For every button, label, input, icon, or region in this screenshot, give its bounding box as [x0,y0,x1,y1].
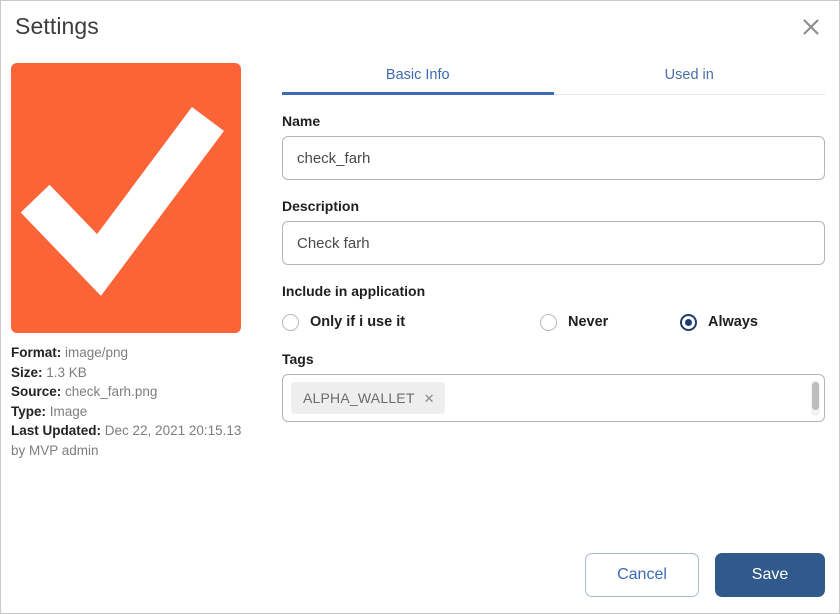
radio-only-if-i-use-it[interactable]: Only if i use it [282,314,540,331]
tags-label: Tags [282,351,825,367]
radio-always[interactable]: Always [680,314,758,331]
tags-input[interactable]: ALPHA_WALLET ✕ [282,374,825,422]
checkmark-icon [11,63,241,333]
metadata-key: Format: [11,345,61,360]
radio-group: Only if i use it Never Always [282,311,825,333]
description-field-group: Description [282,198,825,265]
tab-active-indicator [282,92,554,95]
radio-label: Never [568,314,608,330]
tab-used-in[interactable]: Used in [554,59,826,95]
metadata-key: Last Updated: [11,423,101,438]
radio-icon [540,314,557,331]
tags-scrollbar-thumb[interactable] [812,382,819,410]
tags-field-group: Tags ALPHA_WALLET ✕ [282,351,825,422]
metadata-key: Source: [11,384,61,399]
close-icon[interactable] [795,11,827,43]
include-in-application-label: Include in application [282,283,825,299]
tags-scrollbar[interactable] [811,380,820,416]
radio-icon [282,314,299,331]
description-label: Description [282,198,825,214]
metadata-row: Type: Image [11,402,243,422]
description-input[interactable] [282,221,825,265]
tag-chip-label: ALPHA_WALLET [303,390,415,406]
remove-tag-icon[interactable]: ✕ [424,392,435,405]
tab-bar: Basic Info Used in [282,59,825,95]
metadata-row: Source: check_farh.png [11,382,243,402]
metadata-key: Type: [11,404,46,419]
metadata-key: Size: [11,365,43,380]
preview-column: Format: image/png Size: 1.3 KB Source: c… [11,63,243,460]
dialog-header: Settings [1,1,839,53]
metadata-value: check_farh.png [65,384,157,399]
settings-dialog: Settings Format: image/png Size: 1.3 KB … [0,0,840,614]
tag-chip[interactable]: ALPHA_WALLET ✕ [291,382,445,414]
dialog-footer: Cancel Save [585,553,825,597]
radio-label: Only if i use it [310,314,405,330]
metadata-value: Image [50,404,88,419]
name-field-group: Name [282,113,825,180]
radio-never[interactable]: Never [540,314,680,331]
tab-basic-info[interactable]: Basic Info [282,59,554,95]
include-in-application-group: Include in application Only if i use it … [282,283,825,333]
name-label: Name [282,113,825,129]
image-thumbnail [11,63,241,333]
metadata-value: Dec 22, 2021 20:15.13 [105,423,242,438]
page-title: Settings [15,13,99,40]
metadata-row: Size: 1.3 KB [11,363,243,383]
metadata-author: by MVP admin [11,441,243,461]
name-input[interactable] [282,136,825,180]
metadata-row: Format: image/png [11,343,243,363]
radio-selected-icon [680,314,697,331]
metadata-value: 1.3 KB [46,365,87,380]
metadata-row: Last Updated: Dec 22, 2021 20:15.13 [11,421,243,441]
metadata-value: image/png [65,345,128,360]
form-column: Basic Info Used in Name Description Incl… [282,59,825,422]
file-metadata: Format: image/png Size: 1.3 KB Source: c… [11,343,243,460]
cancel-button[interactable]: Cancel [585,553,699,597]
save-button[interactable]: Save [715,553,825,597]
radio-label: Always [708,314,758,330]
